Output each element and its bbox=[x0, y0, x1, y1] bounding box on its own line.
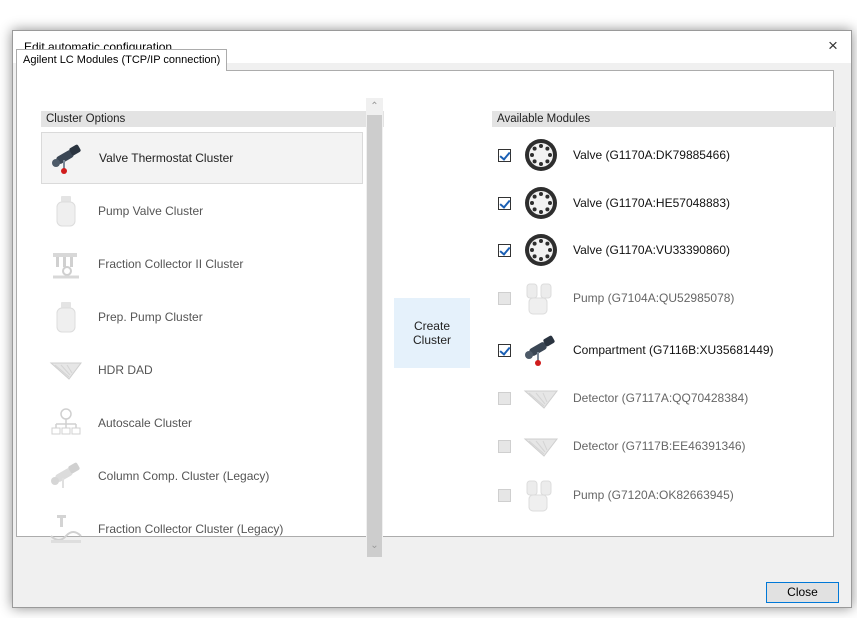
module-label: Valve (G1170A:DK79885466) bbox=[573, 148, 730, 162]
module-row-detector-g7117b[interactable]: Detector (G7117B:EE46391346) bbox=[498, 426, 818, 466]
scroll-up-icon[interactable]: ⌃ bbox=[366, 98, 383, 115]
pump-icon bbox=[56, 302, 76, 333]
cluster-item-label: Valve Thermostat Cluster bbox=[99, 151, 234, 165]
tab-agilent-lc-modules[interactable]: Agilent LC Modules (TCP/IP connection) bbox=[16, 49, 228, 71]
module-label: Detector (G7117B:EE46391346) bbox=[573, 439, 746, 453]
cluster-item-label: Fraction Collector II Cluster bbox=[98, 257, 244, 271]
column-comp-icon bbox=[51, 462, 80, 488]
cluster-item-prep-pump[interactable]: Prep. Pump Cluster bbox=[41, 291, 363, 343]
close-icon[interactable]: × bbox=[823, 35, 843, 57]
cluster-options-list: Valve Thermostat Cluster Pump Valve Clus… bbox=[41, 128, 363, 563]
valve-icon bbox=[525, 234, 557, 266]
pump-icon bbox=[526, 480, 552, 512]
module-checkbox[interactable] bbox=[498, 148, 511, 162]
cluster-item-label: Column Comp. Cluster (Legacy) bbox=[98, 469, 270, 483]
cluster-item-fraction-collector-ii[interactable]: Fraction Collector II Cluster bbox=[41, 238, 363, 290]
cluster-options-header: Cluster Options bbox=[41, 111, 384, 127]
cluster-item-label: Pump Valve Cluster bbox=[98, 204, 204, 218]
scroll-down-icon[interactable]: ⌄ bbox=[366, 537, 383, 554]
cluster-item-autoscale[interactable]: Autoscale Cluster bbox=[41, 397, 363, 449]
module-label: Detector (G7117A:QQ70428384) bbox=[573, 391, 749, 405]
autoscale-icon bbox=[51, 408, 81, 435]
valve-icon bbox=[525, 187, 557, 219]
module-row-pump-g7120a[interactable]: Pump (G7120A:OK82663945) bbox=[498, 475, 818, 515]
module-checkbox[interactable] bbox=[498, 291, 511, 305]
module-label: Compartment (G7116B:XU35681449) bbox=[573, 343, 774, 357]
cluster-item-valve-thermostat[interactable]: Valve Thermostat Cluster bbox=[41, 132, 363, 184]
module-checkbox[interactable] bbox=[498, 343, 511, 357]
cluster-item-pump-valve[interactable]: Pump Valve Cluster bbox=[41, 185, 363, 237]
valve-icon bbox=[525, 139, 557, 171]
scrollbar-thumb[interactable] bbox=[367, 115, 382, 557]
available-modules-header: Available Modules bbox=[492, 111, 836, 127]
module-label: Pump (G7104A:QU52985078) bbox=[573, 291, 735, 305]
close-button[interactable]: Close bbox=[766, 582, 839, 603]
module-row-valve-1[interactable]: Valve (G1170A:DK79885466) bbox=[498, 135, 818, 175]
cluster-item-fraction-collector-legacy[interactable]: Fraction Collector Cluster (Legacy) bbox=[41, 503, 363, 555]
create-cluster-button[interactable]: Create Cluster bbox=[394, 298, 470, 368]
cluster-item-label: Autoscale Cluster bbox=[98, 416, 193, 430]
cluster-item-column-comp-legacy[interactable]: Column Comp. Cluster (Legacy) bbox=[41, 450, 363, 502]
valve-thermostat-icon bbox=[52, 144, 81, 174]
cluster-item-hdr-dad[interactable]: HDR DAD bbox=[41, 344, 363, 396]
cluster-list-scrollbar[interactable]: ⌃ ⌄ bbox=[366, 98, 383, 557]
module-row-detector-g7117a[interactable]: Detector (G7117A:QQ70428384) bbox=[498, 378, 818, 418]
module-label: Valve (G1170A:HE57048883) bbox=[573, 196, 730, 210]
module-row-valve-3[interactable]: Valve (G1170A:VU33390860) bbox=[498, 230, 818, 270]
module-checkbox[interactable] bbox=[498, 196, 511, 210]
module-row-compartment[interactable]: Compartment (G7116B:XU35681449) bbox=[498, 330, 818, 370]
fraction-collector-icon bbox=[50, 515, 82, 543]
detector-icon bbox=[523, 438, 559, 457]
module-label: Pump (G7120A:OK82663945) bbox=[573, 488, 734, 502]
detector-icon bbox=[49, 362, 82, 380]
module-checkbox[interactable] bbox=[498, 243, 511, 257]
fraction-collector-icon bbox=[53, 253, 79, 279]
pump-icon bbox=[56, 196, 76, 227]
cluster-item-label: HDR DAD bbox=[98, 363, 153, 377]
module-checkbox[interactable] bbox=[498, 488, 511, 502]
module-checkbox[interactable] bbox=[498, 439, 511, 453]
module-label: Valve (G1170A:VU33390860) bbox=[573, 243, 730, 257]
cluster-item-label: Fraction Collector Cluster (Legacy) bbox=[98, 522, 284, 536]
pump-icon bbox=[526, 283, 552, 315]
module-checkbox[interactable] bbox=[498, 391, 511, 405]
module-row-pump-g7104a[interactable]: Pump (G7104A:QU52985078) bbox=[498, 278, 818, 318]
column-comp-icon bbox=[525, 335, 555, 366]
cluster-item-label: Prep. Pump Cluster bbox=[98, 310, 203, 324]
module-row-valve-2[interactable]: Valve (G1170A:HE57048883) bbox=[498, 183, 818, 223]
detector-icon bbox=[523, 390, 559, 409]
